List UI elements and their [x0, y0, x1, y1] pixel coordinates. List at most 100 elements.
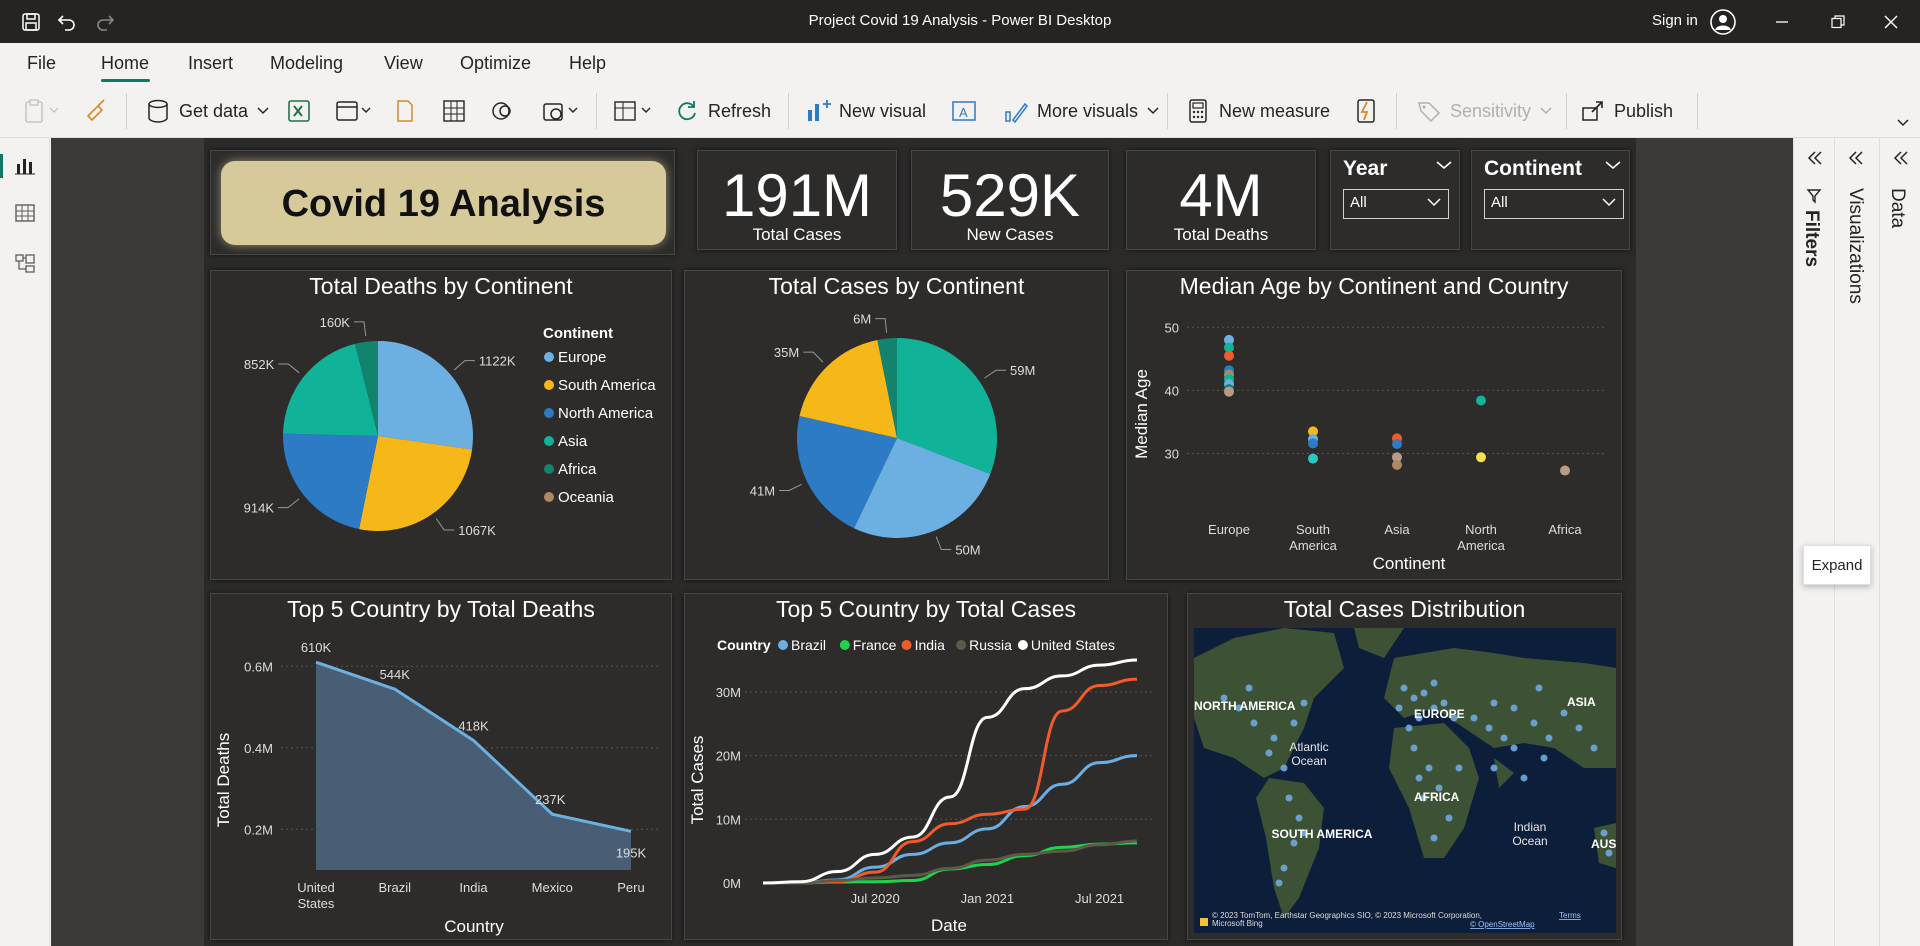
more-visuals-button[interactable]: More visuals — [1003, 97, 1160, 125]
new-visual-button[interactable]: New visual — [805, 97, 926, 125]
chevron-down-icon — [1540, 107, 1552, 115]
sensitivity-button[interactable]: Sensitivity — [1416, 97, 1553, 125]
scatter-point — [1308, 438, 1318, 449]
chevron-down-icon — [257, 107, 269, 115]
tab-home[interactable]: Home — [101, 53, 149, 74]
map-label: ASIA — [1567, 695, 1596, 709]
recent-button[interactable] — [541, 97, 585, 125]
get-data-button[interactable]: Get data — [145, 97, 270, 125]
legend-item: Oceania — [558, 489, 615, 506]
data-label: 59M — [1010, 363, 1035, 378]
model-view-icon[interactable] — [10, 248, 40, 278]
visual-title: Total Cases Distribution — [1283, 596, 1526, 622]
world-map[interactable]: NORTH AMERICAEUROPEASIAAtlanticOceanAFRI… — [1194, 628, 1616, 933]
cases-distribution-visual[interactable]: Total Cases Distribution NORTH AMERICA EU… — [1187, 593, 1622, 940]
table-view-icon[interactable] — [10, 198, 40, 228]
median-age-visual[interactable]: Median Age by Continent and Country 30 40… — [1126, 270, 1622, 580]
leader-line — [779, 483, 802, 491]
y-tick-label: 30M — [716, 685, 741, 700]
tab-file[interactable]: File — [27, 53, 56, 74]
title-banner: Covid 19 Analysis — [221, 161, 666, 245]
title-visual[interactable]: Covid 19 Analysis — [210, 150, 675, 255]
deaths-by-continent-visual[interactable]: Total Deaths by Continent 1122K 1067K 914K… — [210, 270, 672, 580]
close-button[interactable] — [1871, 8, 1911, 36]
continent-slicer[interactable]: Continent All — [1471, 150, 1630, 250]
collapse-ribbon-icon[interactable] — [1896, 109, 1910, 137]
leader-line — [353, 321, 367, 336]
account-icon[interactable] — [1710, 9, 1736, 35]
x-tick-label: States — [298, 896, 335, 911]
legend-marker — [901, 640, 912, 650]
quick-measure-icon[interactable] — [1353, 97, 1379, 125]
ribbon-tabs: File Home Insert Modeling View Optimize … — [0, 43, 1920, 83]
total-deaths-card[interactable]: 4M Total Deaths — [1126, 150, 1316, 250]
enter-data-icon[interactable] — [441, 97, 467, 125]
format-painter-icon[interactable] — [84, 97, 110, 125]
text-box-icon[interactable]: A — [951, 97, 977, 125]
map-bubble — [1440, 699, 1448, 707]
data-label: 50M — [955, 543, 980, 558]
tab-help[interactable]: Help — [569, 53, 606, 74]
onelake-hub-icon[interactable] — [334, 97, 376, 125]
toolbar-separator — [596, 93, 597, 129]
refresh-button[interactable]: Refresh — [674, 97, 771, 125]
leader-line — [935, 536, 952, 551]
data-label: 195K — [616, 845, 647, 860]
scatter-point — [1392, 459, 1402, 470]
tab-modeling[interactable]: Modeling — [270, 53, 343, 74]
visualizations-pane-label: Visualizations — [1845, 188, 1866, 304]
year-slicer[interactable]: Year All — [1330, 150, 1460, 250]
collapse-chevron-icon[interactable] — [1806, 150, 1824, 166]
collapse-chevron-icon[interactable] — [1892, 150, 1910, 166]
map-bubble — [1520, 774, 1528, 782]
data-pane-label: Data — [1887, 188, 1908, 229]
report-title: Covid 19 Analysis — [281, 183, 606, 225]
leader-line — [278, 363, 300, 374]
new-cases-card[interactable]: 529K New Cases — [911, 150, 1109, 250]
scatter-point — [1224, 386, 1234, 397]
publish-button[interactable]: Publish — [1580, 97, 1673, 125]
y-axis-title: Total Deaths — [214, 733, 233, 828]
recent-sources-icon[interactable] — [490, 97, 516, 125]
card-label: Total Deaths — [1173, 225, 1269, 244]
data-label: 160K — [320, 315, 351, 330]
transform-data-button[interactable] — [612, 97, 658, 125]
new-measure-button[interactable]: New measure — [1185, 97, 1330, 125]
paste-button[interactable] — [22, 97, 62, 125]
x-tick-label: United — [297, 880, 335, 895]
sign-in-link[interactable]: Sign in — [1652, 12, 1698, 29]
cases-by-continent-visual[interactable]: Total Cases by Continent 59M 50M 41M 35M 6M — [684, 270, 1109, 580]
restore-button[interactable] — [1818, 8, 1858, 36]
toolbar-separator — [126, 93, 127, 129]
report-view-icon[interactable] — [10, 150, 40, 180]
year-dropdown[interactable]: All — [1343, 189, 1449, 219]
minimize-button[interactable] — [1762, 8, 1802, 36]
toolbar-separator — [1566, 93, 1567, 129]
top5-cases-visual[interactable]: Top 5 Country by Total Cases 0M 10M 20M 30M… — [684, 593, 1168, 940]
tab-optimize[interactable]: Optimize — [460, 53, 531, 74]
data-pane[interactable]: Data — [1879, 138, 1920, 946]
excel-icon[interactable] — [286, 97, 312, 125]
continent-dropdown[interactable]: All — [1484, 189, 1624, 219]
leader-line — [453, 360, 475, 371]
x-tick-label: Africa — [1548, 522, 1582, 537]
cases-pie-chart: 59M 50M 41M 35M 6M — [750, 312, 1036, 558]
map-label: Ocean — [1512, 834, 1547, 848]
tab-view[interactable]: View — [384, 53, 423, 74]
x-tick-label: Jan 2021 — [961, 891, 1015, 906]
tab-insert[interactable]: Insert — [188, 53, 233, 74]
collapse-chevron-icon[interactable] — [1847, 150, 1865, 166]
chevron-down-icon[interactable] — [1435, 159, 1453, 171]
legend-item: France — [853, 637, 897, 653]
window-title: Project Covid 19 Analysis - Power BI Des… — [808, 12, 1112, 29]
top5-deaths-visual[interactable]: Top 5 Country by Total Deaths 0.2M 0.4M 0.… — [210, 593, 672, 940]
dataverse-icon[interactable] — [392, 97, 418, 125]
total-cases-card[interactable]: 191M Total Cases — [697, 150, 897, 250]
map-label: Indian — [1514, 820, 1547, 834]
ribbon-toolbar: Get data Refresh New visual A More visua… — [0, 83, 1920, 138]
filters-pane[interactable]: Filters — [1793, 138, 1834, 946]
legend-item: Asia — [558, 433, 588, 450]
data-label: 852K — [244, 357, 275, 372]
chevron-down-icon[interactable] — [1604, 159, 1622, 171]
visualizations-pane[interactable]: Visualizations — [1834, 138, 1879, 946]
